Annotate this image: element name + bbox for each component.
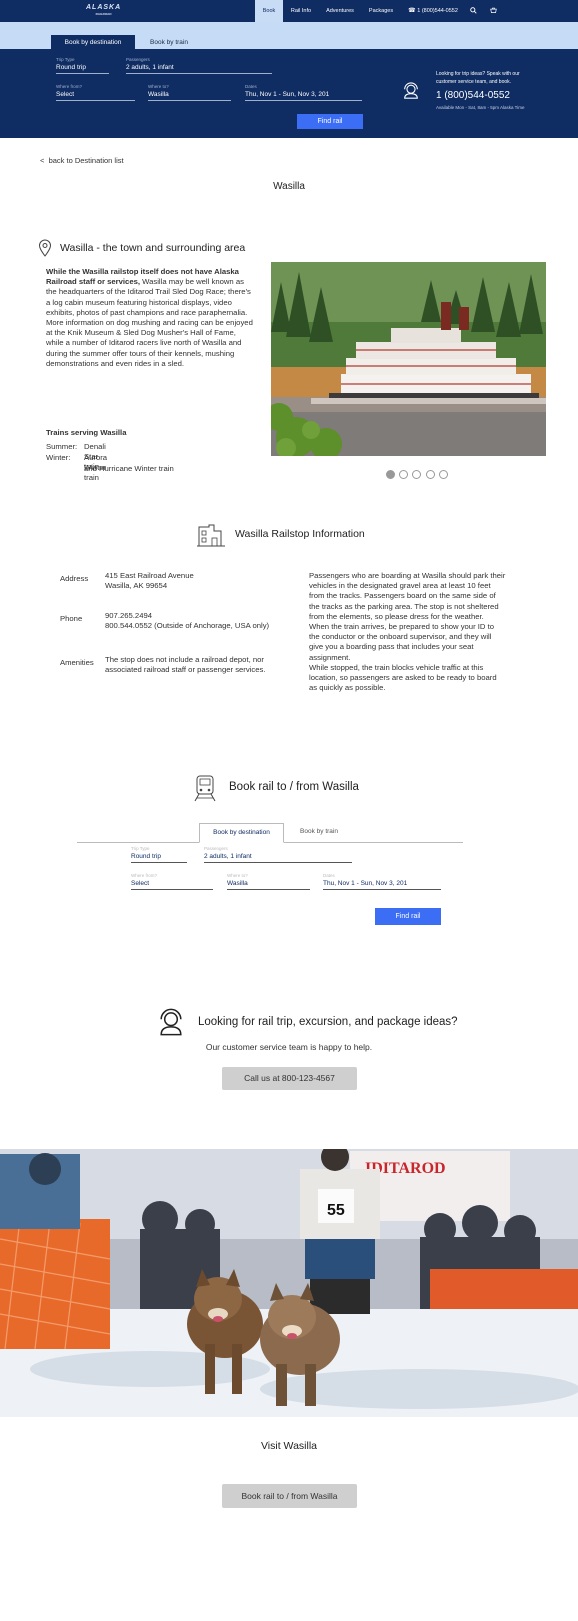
carousel-dot[interactable] xyxy=(399,470,408,479)
help-phone[interactable]: 1 (800)544-0552 xyxy=(436,90,510,101)
amenities-label: Amenities xyxy=(60,658,94,667)
address-value: 415 East Railroad Avenue Wasilla, AK 996… xyxy=(105,571,194,591)
where-to-field[interactable]: Where to? Wasilla xyxy=(148,84,231,101)
carousel-dot[interactable] xyxy=(439,470,448,479)
passengers-field[interactable]: Passengers 2 adults, 1 infant xyxy=(126,57,272,74)
dog-sled-photo: IDITAROD 55 xyxy=(0,1149,578,1417)
find-rail-button-2[interactable]: Find rail xyxy=(375,908,441,925)
trip-type-field-2[interactable]: Trip Type Round trip xyxy=(131,846,187,863)
cart-icon[interactable] xyxy=(488,0,500,22)
nav-item-phone[interactable]: ☎ 1 (800)544-0552 xyxy=(404,0,462,22)
support-agent-icon xyxy=(402,82,420,100)
nav-item-packages[interactable]: Packages xyxy=(364,0,398,22)
top-nav: ALASKA RAILROAD Book Rail Info Adventure… xyxy=(0,0,578,22)
ideas-heading: Looking for rail trip, excursion, and pa… xyxy=(198,1016,458,1028)
town-description: While the Wasilla railstop itself does n… xyxy=(46,267,253,368)
boarding-notes: Passengers who are boarding at Wasilla s… xyxy=(309,571,506,693)
phone-label: Phone xyxy=(60,614,83,623)
dates-field[interactable]: Dates Thu, Nov 1 - Sun, Nov 3, 201 xyxy=(245,84,362,101)
trains-heading: Trains serving Wasilla xyxy=(46,428,127,437)
trains-list: Summer: Denali Star train Winter: Aurora W… xyxy=(46,442,174,483)
carousel-dot[interactable] xyxy=(412,470,421,479)
trip-type-field[interactable]: Trip Type Round trip xyxy=(56,57,109,74)
railstop-building-icon xyxy=(197,523,225,547)
carousel-dots xyxy=(386,470,454,480)
search-icon[interactable] xyxy=(468,0,480,22)
tab-book-by-train-2[interactable]: Book by train xyxy=(289,823,349,841)
back-link[interactable]: < back to Destination list xyxy=(40,156,124,165)
bib-number-text: 55 xyxy=(327,1202,345,1219)
ideas-subtext: Our customer service team is happy to he… xyxy=(205,1042,373,1052)
book-rail-heading: Book rail to / from Wasilla xyxy=(229,781,359,793)
book-rail-visit-button[interactable]: Book rail to / from Wasilla xyxy=(222,1484,357,1508)
chevron-left-icon: < xyxy=(40,156,49,165)
carousel-dot[interactable] xyxy=(426,470,435,479)
page-title: Wasilla xyxy=(273,181,305,192)
town-heading: Wasilla - the town and surrounding area xyxy=(60,242,246,254)
phone-icon: ☎ xyxy=(408,8,418,14)
nav-item-book[interactable]: Book xyxy=(255,0,283,22)
tab-book-by-destination[interactable]: Book by destination xyxy=(51,35,135,50)
map-pin-icon xyxy=(38,239,52,257)
find-rail-button[interactable]: Find rail xyxy=(297,114,363,129)
railstop-heading: Wasilla Railstop Information xyxy=(235,528,365,540)
where-from-field[interactable]: Where from? Select xyxy=(56,84,135,101)
riverboat-photo xyxy=(271,262,546,456)
call-us-button[interactable]: Call us at 800-123-4567 xyxy=(222,1067,357,1090)
tab-book-by-destination-2[interactable]: Book by destination xyxy=(199,823,284,843)
nav-item-rail-info[interactable]: Rail Info xyxy=(286,0,316,22)
train-icon xyxy=(192,774,218,802)
dates-field-2[interactable]: Dates Thu, Nov 1 - Sun, Nov 3, 201 xyxy=(323,873,441,890)
where-from-field-2[interactable]: Where from? Select xyxy=(131,873,213,890)
help-hours: Available Mon - Sat, 8am - 5pm Alaska Ti… xyxy=(436,105,525,110)
phone-value: 907.265.2494 800.544.0552 (Outside of An… xyxy=(105,611,270,631)
where-to-field-2[interactable]: Where to? Wasilla xyxy=(227,873,310,890)
alaska-railroad-logo[interactable]: ALASKA RAILROAD xyxy=(86,4,121,17)
address-label: Address xyxy=(60,574,89,583)
visit-heading: Visit Wasilla xyxy=(260,1440,317,1452)
tab-book-by-train[interactable]: Book by train xyxy=(140,35,198,50)
support-agent-icon xyxy=(157,1008,185,1036)
amenities-value: The stop does not include a railroad dep… xyxy=(105,655,266,675)
passengers-field-2[interactable]: Passengers 2 adults, 1 infant xyxy=(204,846,352,863)
carousel-dot[interactable] xyxy=(386,470,395,479)
nav-item-adventures[interactable]: Adventures xyxy=(320,0,360,22)
help-text: Looking for trip ideas? Speak with our c… xyxy=(436,71,520,85)
